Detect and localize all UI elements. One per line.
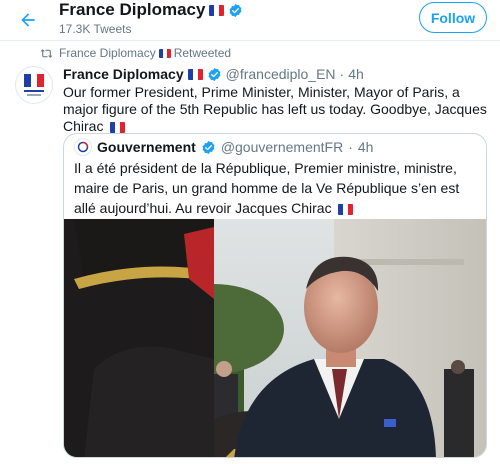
- verified-badge-icon: [202, 140, 215, 154]
- retweet-icon: [40, 48, 53, 58]
- separator-dot: ·: [348, 139, 353, 155]
- avatar[interactable]: [15, 66, 53, 104]
- author-name[interactable]: France Diplomacy: [63, 66, 184, 82]
- french-flag-icon: [110, 121, 126, 133]
- verified-badge-icon: [208, 67, 221, 81]
- tweet-header: France Diplomacy @francediplo_EN · 4h: [63, 66, 364, 82]
- french-flag-icon: [187, 68, 203, 80]
- profile-header: France Diplomacy 17.3K Tweets Follow: [0, 0, 500, 41]
- retweeter-name[interactable]: France Diplomacy: [59, 46, 156, 60]
- tweet-count: 17.3K Tweets: [59, 22, 132, 36]
- profile-name: France Diplomacy: [59, 0, 206, 19]
- quoted-tweet[interactable]: Gouvernement @gouvernementFR · 4h Il a é…: [63, 133, 487, 458]
- tweet-text: Our former President, Prime Minister, Mi…: [63, 84, 488, 135]
- quoted-timestamp: 4h: [357, 139, 374, 155]
- ministry-logo-icon: [24, 74, 45, 87]
- separator-dot: ·: [339, 66, 345, 82]
- follow-button[interactable]: Follow: [419, 2, 487, 33]
- retweet-indicator: France Diplomacy Retweeted: [40, 46, 231, 60]
- french-flag-icon: [158, 48, 171, 58]
- quoted-author-handle: @gouvernementFR: [220, 139, 344, 155]
- french-flag-icon: [338, 203, 354, 215]
- profile-title: France Diplomacy: [59, 0, 243, 20]
- french-flag-icon: [209, 4, 225, 16]
- tweet-timestamp[interactable]: 4h: [348, 66, 364, 82]
- quoted-author-name: Gouvernement: [97, 139, 196, 155]
- quoted-body: Il a été président de la République, Pre…: [74, 160, 460, 216]
- quoted-avatar: [74, 138, 92, 156]
- marianne-logo-icon: [77, 141, 89, 153]
- retweeted-label: Retweeted: [173, 46, 232, 60]
- verified-badge-icon: [230, 3, 242, 17]
- quoted-tweet-header: Gouvernement @gouvernementFR · 4h: [74, 138, 373, 156]
- arrow-left-icon: [21, 13, 35, 27]
- tweet-body: Our former President, Prime Minister, Mi…: [63, 84, 487, 134]
- tweet-photo[interactable]: [64, 219, 487, 458]
- back-button[interactable]: [14, 6, 42, 34]
- author-handle[interactable]: @francediplo_EN: [226, 66, 336, 82]
- quoted-tweet-text: Il a été président de la République, Pre…: [74, 158, 479, 218]
